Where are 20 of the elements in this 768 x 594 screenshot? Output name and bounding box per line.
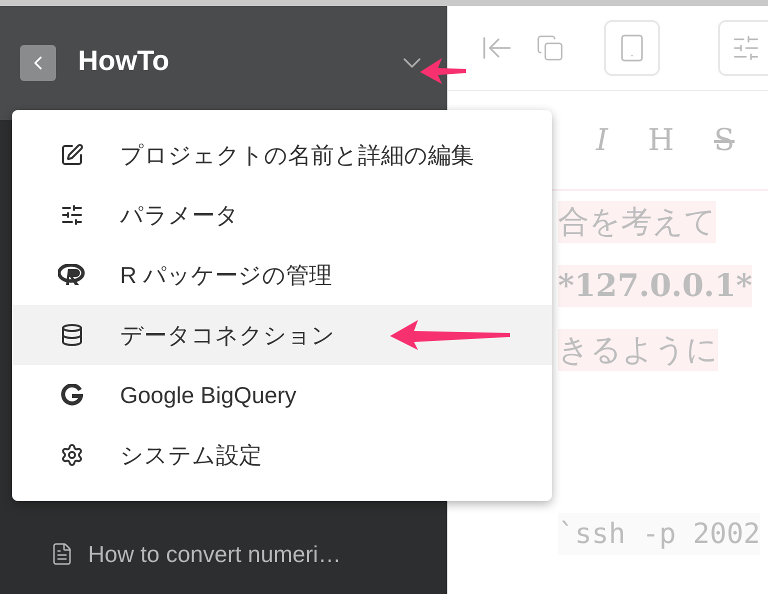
settings-icon [60, 443, 84, 467]
arrow-drawing [418, 56, 468, 86]
menu-item[interactable]: Google BigQuery [12, 365, 552, 425]
project-title: HowTo [78, 45, 170, 78]
r-logo-icon [58, 264, 86, 286]
menu-item[interactable]: パラメータ [12, 185, 552, 245]
database-icon [60, 323, 84, 347]
sliders-icon [60, 203, 84, 227]
sliders-icon [731, 33, 761, 63]
menu-item[interactable]: プロジェクトの名前と詳細の編集 [12, 125, 552, 185]
back-button[interactable] [20, 45, 56, 81]
tablet-button[interactable] [604, 20, 660, 76]
sidebar-item[interactable]: How to convert numeri… [88, 540, 342, 568]
menu-item[interactable]: システム設定 [12, 425, 552, 485]
menu-item[interactable]: データコネクション [12, 305, 552, 365]
edit-icon [60, 143, 84, 167]
menu-item[interactable]: R パッケージの管理 [12, 245, 552, 305]
settings-button[interactable] [718, 20, 768, 76]
g-logo-icon [61, 384, 83, 406]
copy-icon [536, 34, 564, 62]
